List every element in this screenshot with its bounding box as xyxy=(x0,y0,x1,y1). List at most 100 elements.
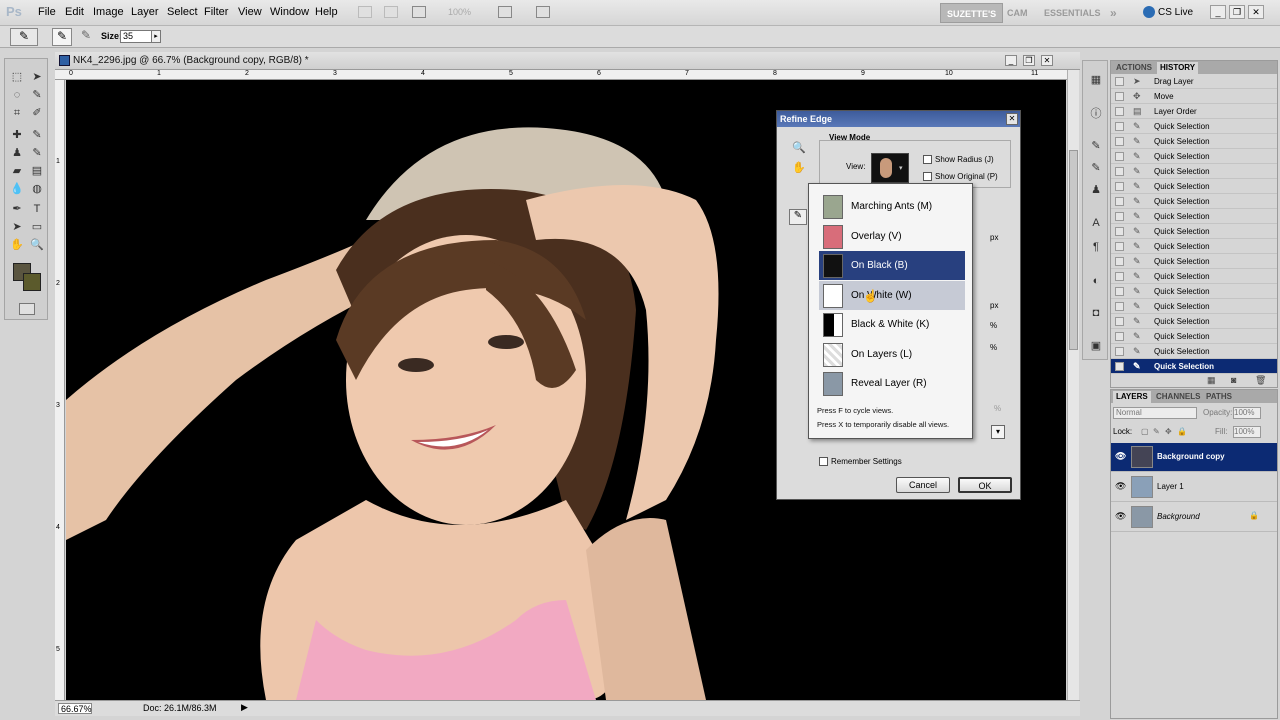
doc-restore-icon[interactable]: ❐ xyxy=(1023,55,1035,66)
background-color-swatch[interactable] xyxy=(23,273,41,291)
history-source-checkbox[interactable] xyxy=(1115,302,1124,311)
history-item[interactable]: ✎ Quick Selection xyxy=(1111,149,1277,164)
lock-transparent-icon[interactable]: ▢ xyxy=(1141,427,1149,436)
history-source-checkbox[interactable] xyxy=(1115,242,1124,251)
brush-tool-icon[interactable]: ✎ xyxy=(29,127,45,143)
quick-mask-icon[interactable] xyxy=(19,303,35,315)
quick-selection-tool-icon[interactable]: ✎ xyxy=(29,87,45,103)
history-item[interactable]: ✎ Quick Selection xyxy=(1111,329,1277,344)
healing-brush-tool-icon[interactable]: ✚ xyxy=(9,127,25,143)
history-source-checkbox[interactable] xyxy=(1115,137,1124,146)
scroll-thumb[interactable] xyxy=(1069,150,1078,350)
history-item[interactable]: ✎ Quick Selection xyxy=(1111,314,1277,329)
view-option-reveal-layer[interactable]: Reveal Layer (R) xyxy=(819,369,965,398)
history-source-checkbox[interactable] xyxy=(1115,197,1124,206)
zoom-field[interactable]: 66.67% xyxy=(58,703,92,714)
history-source-checkbox[interactable] xyxy=(1115,317,1124,326)
history-source-checkbox[interactable] xyxy=(1115,152,1124,161)
vertical-scrollbar[interactable] xyxy=(1067,70,1079,700)
workspace-suzettes[interactable]: SUZETTE'S xyxy=(940,3,1004,23)
history-item[interactable]: ✎ Quick Selection xyxy=(1111,179,1277,194)
menu-select[interactable]: Select xyxy=(167,6,198,18)
history-item[interactable]: ✎ Quick Selection xyxy=(1111,224,1277,239)
history-source-checkbox[interactable] xyxy=(1115,227,1124,236)
erase-refinement-icon[interactable]: ✎ xyxy=(76,28,96,46)
refine-radius-tool-icon[interactable]: ✎ xyxy=(10,28,38,46)
visibility-eye-icon[interactable]: 👁 xyxy=(1115,511,1126,522)
lasso-tool-icon[interactable]: ◌ xyxy=(9,87,25,103)
cs-live-button[interactable]: CS Live xyxy=(1158,7,1193,18)
tool-presets-icon[interactable]: ✎ xyxy=(1088,139,1104,155)
arrange-documents-icon[interactable] xyxy=(498,6,512,18)
view-extras-icon[interactable] xyxy=(412,6,426,18)
menu-edit[interactable]: Edit xyxy=(65,6,84,18)
doc-minimize-icon[interactable]: _ xyxy=(1005,55,1017,66)
history-source-checkbox[interactable] xyxy=(1115,107,1124,116)
notes-panel-icon[interactable]: ▣ xyxy=(1088,339,1104,355)
screen-mode-icon[interactable] xyxy=(536,6,550,18)
view-option-on-white[interactable]: On White (W) xyxy=(819,281,965,310)
history-source-checkbox[interactable] xyxy=(1115,182,1124,191)
move-tool-icon[interactable]: ➤ xyxy=(29,69,45,85)
menu-view[interactable]: View xyxy=(238,6,262,18)
fill-input[interactable]: 100% xyxy=(1233,426,1261,438)
workspace-essentials[interactable]: ESSENTIALS xyxy=(1044,3,1101,23)
history-item-selected[interactable]: ✎ Quick Selection xyxy=(1111,359,1277,374)
zoom-level[interactable]: 100% xyxy=(448,7,471,17)
more-workspaces-icon[interactable]: » xyxy=(1110,3,1117,23)
bridge-icon[interactable] xyxy=(358,6,372,18)
document-tab[interactable]: NK4_2296.jpg @ 66.7% (Background copy, R… xyxy=(55,52,1080,70)
visibility-eye-icon[interactable]: 👁 xyxy=(1115,481,1126,492)
menu-filter[interactable]: Filter xyxy=(204,6,228,18)
eraser-tool-icon[interactable]: ▰ xyxy=(9,163,25,179)
history-item[interactable]: ✎ Quick Selection xyxy=(1111,119,1277,134)
menu-layer[interactable]: Layer xyxy=(131,6,159,18)
view-option-black-and-white[interactable]: Black & White (K) xyxy=(819,310,965,339)
new-document-from-state-icon[interactable]: ▦ xyxy=(1207,375,1216,386)
history-source-checkbox[interactable] xyxy=(1115,212,1124,221)
ok-button[interactable]: OK xyxy=(958,477,1012,493)
history-source-checkbox[interactable] xyxy=(1115,167,1124,176)
new-snapshot-icon[interactable]: ◙ xyxy=(1231,375,1236,385)
brush-panel-icon[interactable]: ✎ xyxy=(1088,161,1104,177)
history-item[interactable]: ➤ Drag Layer xyxy=(1111,74,1277,89)
view-option-on-layers[interactable]: On Layers (L) xyxy=(819,340,965,369)
workspace-cam[interactable]: CAM xyxy=(1007,3,1028,23)
tab-actions[interactable]: ACTIONS xyxy=(1113,62,1155,74)
view-option-marching-ants[interactable]: Marching Ants (M) xyxy=(819,192,965,221)
history-item[interactable]: ✎ Quick Selection xyxy=(1111,134,1277,149)
refine-brush-icon[interactable]: ✎ xyxy=(52,28,72,46)
history-source-checkbox[interactable] xyxy=(1115,347,1124,356)
eyedropper-tool-icon[interactable]: ✐ xyxy=(29,105,45,121)
history-item[interactable]: ✥ Move xyxy=(1111,89,1277,104)
history-source-checkbox[interactable] xyxy=(1115,332,1124,341)
show-original-checkbox[interactable] xyxy=(923,172,932,181)
remember-settings-checkbox[interactable] xyxy=(819,457,828,466)
doc-close-icon[interactable]: ✕ xyxy=(1041,55,1053,66)
clone-stamp-tool-icon[interactable]: ♟ xyxy=(9,145,25,161)
view-option-overlay[interactable]: Overlay (V) xyxy=(819,222,965,251)
show-radius-checkbox[interactable] xyxy=(923,155,932,164)
view-picker[interactable]: ▾ xyxy=(871,153,909,183)
dodge-tool-icon[interactable]: ◍ xyxy=(29,181,45,197)
tab-history[interactable]: HISTORY xyxy=(1157,62,1199,74)
masks-panel-icon[interactable]: ◘ xyxy=(1088,307,1104,323)
delete-state-icon[interactable]: 🗑 xyxy=(1255,375,1266,386)
history-item[interactable]: ✎ Quick Selection xyxy=(1111,299,1277,314)
info-panel-icon[interactable]: ⓘ xyxy=(1088,105,1104,121)
history-item[interactable]: ✎ Quick Selection xyxy=(1111,344,1277,359)
history-source-checkbox[interactable] xyxy=(1115,77,1124,86)
view-option-on-black[interactable]: On Black (B) xyxy=(819,251,965,280)
history-source-checkbox[interactable] xyxy=(1115,92,1124,101)
history-source-checkbox[interactable] xyxy=(1115,257,1124,266)
history-source-checkbox[interactable] xyxy=(1115,272,1124,281)
adjustments-panel-icon[interactable]: ◐ xyxy=(1088,275,1104,291)
layer-row[interactable]: 👁 Background 🔒 xyxy=(1111,503,1277,532)
minimize-button[interactable]: _ xyxy=(1210,5,1226,19)
layer-row[interactable]: 👁 Layer 1 xyxy=(1111,473,1277,502)
blend-mode-select[interactable]: Normal xyxy=(1113,407,1197,419)
history-source-checkbox[interactable] xyxy=(1115,122,1124,131)
lock-all-icon[interactable]: 🔒 xyxy=(1177,427,1187,436)
menu-window[interactable]: Window xyxy=(270,6,309,18)
hand-tool-icon[interactable]: ✋ xyxy=(792,161,806,174)
